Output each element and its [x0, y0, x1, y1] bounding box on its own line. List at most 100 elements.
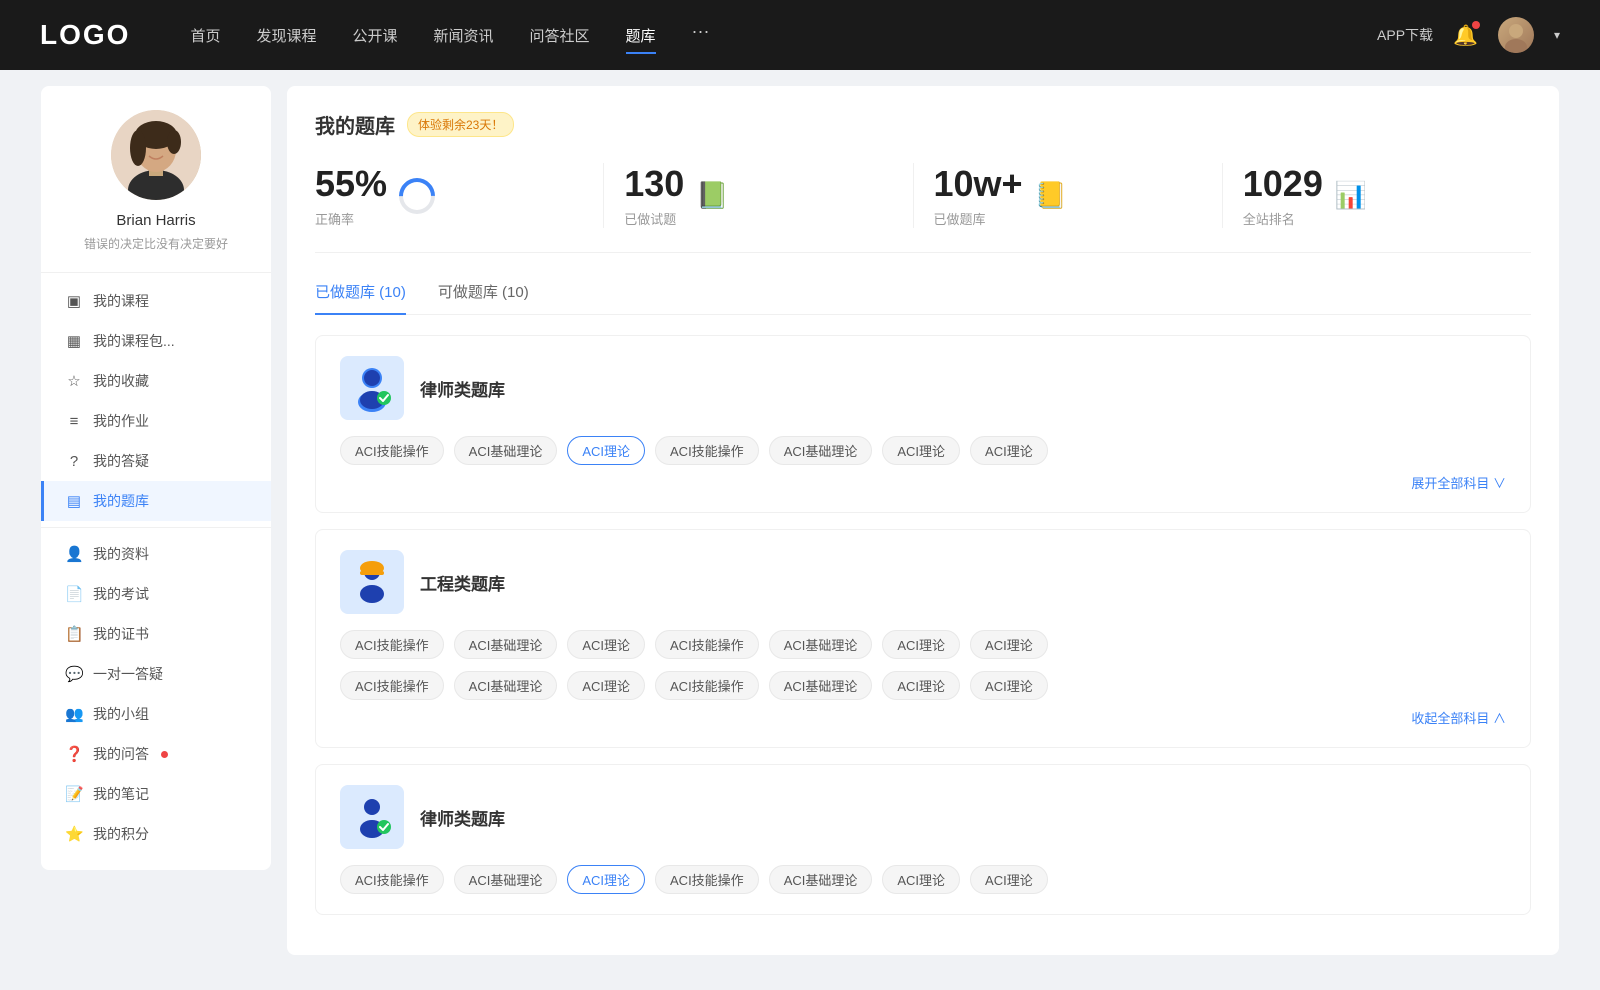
sidebar-item-course-package[interactable]: ▦ 我的课程包... [41, 321, 271, 361]
tag[interactable]: ACI基础理论 [769, 630, 873, 659]
main-content: 我的题库 体验剩余23天！ 55% 正确率 130 已 [287, 86, 1559, 955]
tag[interactable]: ACI技能操作 [340, 436, 444, 465]
tag-active[interactable]: ACI理论 [567, 436, 645, 465]
tab-done-banks[interactable]: 已做题库 (10) [315, 281, 406, 314]
myqa-icon: ❓ [65, 745, 83, 763]
tag[interactable]: ACI基础理论 [454, 865, 558, 894]
points-icon: ⭐ [65, 825, 83, 843]
sidebar-item-group[interactable]: 👥 我的小组 [41, 694, 271, 734]
sidebar-item-label: 我的资料 [93, 544, 149, 564]
sidebar-item-label: 我的笔记 [93, 784, 149, 804]
notes-icon: 📝 [65, 785, 83, 803]
logo[interactable]: LOGO [40, 19, 130, 51]
tutoring-icon: 💬 [65, 665, 83, 683]
stat-number-done: 130 已做试题 [624, 163, 684, 228]
tag[interactable]: ACI基础理论 [769, 671, 873, 700]
tag[interactable]: ACI理论 [970, 630, 1048, 659]
stat-accuracy: 55% 正确率 [315, 163, 604, 228]
courses-icon: ▣ [65, 292, 83, 310]
exam-icon: 📄 [65, 585, 83, 603]
sidebar-item-exam[interactable]: 📄 我的考试 [41, 574, 271, 614]
sidebar-item-points[interactable]: ⭐ 我的积分 [41, 814, 271, 854]
nav-questionbank[interactable]: 题库 [626, 21, 656, 50]
lawyer-icon [340, 356, 404, 420]
sidebar-item-homework[interactable]: ≡ 我的作业 [41, 401, 271, 441]
tag[interactable]: ACI技能操作 [340, 865, 444, 894]
group-icon: 👥 [65, 705, 83, 723]
nav-news[interactable]: 新闻资讯 [434, 21, 494, 50]
question-bank-panel: 我的题库 体验剩余23天！ 55% 正确率 130 已 [287, 86, 1559, 955]
bank-card-header-3: 律师类题库 [340, 785, 1506, 849]
tag[interactable]: ACI基础理论 [769, 436, 873, 465]
sidebar-item-label: 我的课程包... [93, 331, 175, 351]
avatar[interactable] [1498, 17, 1534, 53]
tag[interactable]: ACI技能操作 [655, 436, 759, 465]
tag[interactable]: ACI理论 [882, 630, 960, 659]
sidebar-item-question-bank[interactable]: ▤ 我的题库 [41, 481, 271, 521]
sidebar-item-questions[interactable]: ? 我的答疑 [41, 441, 271, 481]
user-menu-chevron[interactable]: ▾ [1554, 28, 1560, 42]
sidebar-item-label: 我的作业 [93, 411, 149, 431]
tag[interactable]: ACI技能操作 [655, 671, 759, 700]
sidebar-item-label: 我的答疑 [93, 451, 149, 471]
tag[interactable]: ACI理论 [882, 436, 960, 465]
tab-available-banks[interactable]: 可做题库 (10) [438, 281, 529, 314]
package-icon: ▦ [65, 332, 83, 350]
tags-row-3: ACI技能操作 ACI基础理论 ACI理论 ACI技能操作 ACI基础理论 AC… [340, 865, 1506, 894]
sidebar-item-profile[interactable]: 👤 我的资料 [41, 534, 271, 574]
nav-discover[interactable]: 发现课程 [256, 21, 316, 50]
nav-opencourse[interactable]: 公开课 [352, 21, 397, 50]
nav-qa[interactable]: 问答社区 [530, 21, 590, 50]
bank-card-lawyer-1: 律师类题库 ACI技能操作 ACI基础理论 ACI理论 ACI技能操作 ACI基… [315, 335, 1531, 513]
app-download-button[interactable]: APP下载 [1377, 25, 1433, 45]
sidebar: Brian Harris 错误的决定比没有决定要好 ▣ 我的课程 ▦ 我的课程包… [41, 86, 271, 870]
sidebar-item-notes[interactable]: 📝 我的笔记 [41, 774, 271, 814]
sidebar-motto: 错误的决定比没有决定要好 [84, 235, 228, 252]
sidebar-item-my-qa[interactable]: ❓ 我的问答 [41, 734, 271, 774]
expand-link-1[interactable]: 展开全部科目 ∨ [340, 473, 1506, 492]
page-title-row: 我的题库 体验剩余23天！ [315, 110, 1531, 139]
sidebar-item-my-courses[interactable]: ▣ 我的课程 [41, 281, 271, 321]
question-bank-tabs: 已做题库 (10) 可做题库 (10) [315, 281, 1531, 315]
bank-card-lawyer-3: 律师类题库 ACI技能操作 ACI基础理论 ACI理论 ACI技能操作 ACI基… [315, 764, 1531, 915]
notification-bell[interactable]: 🔔 [1453, 23, 1478, 48]
nav-home[interactable]: 首页 [190, 21, 220, 50]
tag[interactable]: ACI基础理论 [454, 630, 558, 659]
stat-number-accuracy: 55% 正确率 [315, 163, 387, 228]
tag[interactable]: ACI理论 [882, 671, 960, 700]
cert-icon: 📋 [65, 625, 83, 643]
qa-notification-dot [161, 751, 168, 758]
tag-active-3[interactable]: ACI理论 [567, 865, 645, 894]
nav-more[interactable]: ··· [692, 21, 710, 50]
sidebar-item-label: 我的考试 [93, 584, 149, 604]
homework-icon: ≡ [65, 413, 83, 430]
sidebar-item-tutoring[interactable]: 💬 一对一答疑 [41, 654, 271, 694]
bank-card-title-2: 工程类题库 [420, 570, 505, 595]
tag[interactable]: ACI基础理论 [454, 436, 558, 465]
avatar-image [1498, 17, 1534, 53]
tag[interactable]: ACI技能操作 [655, 865, 759, 894]
tag[interactable]: ACI基础理论 [454, 671, 558, 700]
tag[interactable]: ACI理论 [882, 865, 960, 894]
stat-number-ranking: 1029 全站排名 [1243, 163, 1323, 228]
sidebar-item-label: 我的证书 [93, 624, 149, 644]
lawyer-icon-3 [340, 785, 404, 849]
tag[interactable]: ACI理论 [970, 436, 1048, 465]
tag[interactable]: ACI技能操作 [340, 630, 444, 659]
tags-row-1: ACI技能操作 ACI基础理论 ACI理论 ACI技能操作 ACI基础理论 AC… [340, 436, 1506, 465]
sidebar-item-label: 我的题库 [93, 491, 149, 511]
tag[interactable]: ACI理论 [567, 630, 645, 659]
sidebar-item-label: 我的积分 [93, 824, 149, 844]
tag[interactable]: ACI技能操作 [655, 630, 759, 659]
tag[interactable]: ACI技能操作 [340, 671, 444, 700]
tag[interactable]: ACI理论 [970, 865, 1048, 894]
sidebar-item-favorites[interactable]: ☆ 我的收藏 [41, 361, 271, 401]
tag[interactable]: ACI理论 [567, 671, 645, 700]
tag[interactable]: ACI基础理论 [769, 865, 873, 894]
sidebar-item-certificate[interactable]: 📋 我的证书 [41, 614, 271, 654]
collapse-link-2[interactable]: 收起全部科目 ∧ [340, 708, 1506, 727]
tag[interactable]: ACI理论 [970, 671, 1048, 700]
sidebar-item-label: 我的小组 [93, 704, 149, 724]
sidebar-item-label: 我的收藏 [93, 371, 149, 391]
tags-row-2a: ACI技能操作 ACI基础理论 ACI理论 ACI技能操作 ACI基础理论 AC… [340, 630, 1506, 659]
